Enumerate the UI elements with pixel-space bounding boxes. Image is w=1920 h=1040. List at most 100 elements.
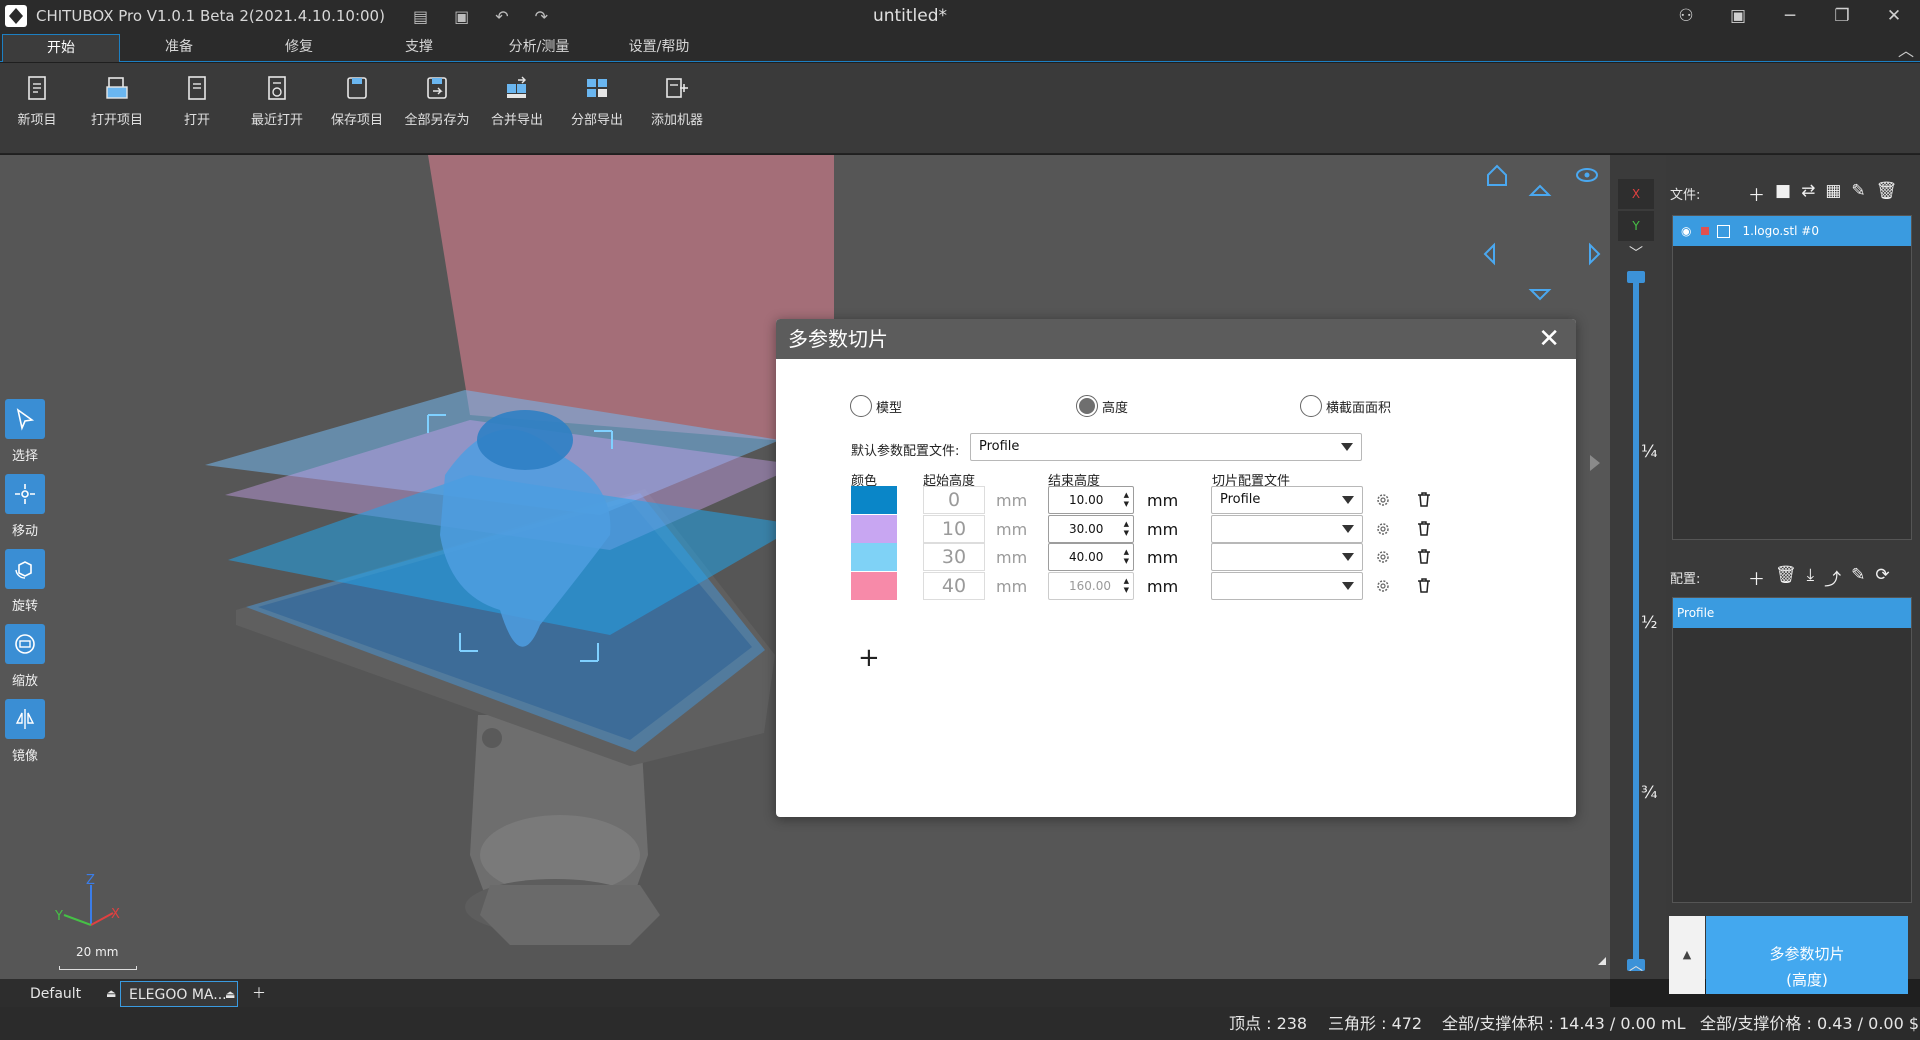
row-color-swatch[interactable] (851, 515, 897, 543)
radio-height-dot[interactable] (1076, 395, 1098, 417)
row-end-height: 160.00 ▲ ▼ (1048, 572, 1134, 600)
edit-icon[interactable]: ✎ (1851, 181, 1865, 206)
spinner-arrows-icon[interactable]: ▲ ▼ (1124, 491, 1129, 509)
minimize-button[interactable]: ─ (1764, 6, 1816, 26)
tool-scale[interactable]: 缩放 (5, 624, 45, 689)
row-end-height[interactable]: 30.00 ▲ ▼ (1048, 515, 1134, 543)
add-machine-button[interactable]: 添加机器 (637, 75, 717, 128)
tab-analysis[interactable]: 分析/测量 (480, 34, 598, 62)
row-profile-select[interactable] (1211, 543, 1363, 571)
axis-x-toggle[interactable]: X (1618, 179, 1654, 209)
tool-select[interactable]: 选择 (5, 399, 45, 464)
new-project-icon (28, 76, 46, 100)
row-profile-select[interactable]: Profile (1211, 486, 1363, 514)
radio-cross-section-dot[interactable] (1300, 395, 1322, 417)
tab-menu-icon[interactable]: ⏏ (225, 982, 235, 1008)
add-machine-tab-icon[interactable]: ＋ (244, 981, 266, 1007)
row-delete-trash-icon[interactable] (1416, 577, 1432, 594)
slice-options-arrow[interactable]: ▲ (1669, 916, 1705, 994)
chevron-down-icon[interactable]: ﹀ (1629, 243, 1643, 263)
config-list-item[interactable]: Profile (1673, 598, 1911, 628)
row-settings-gear-icon[interactable] (1375, 492, 1391, 508)
row-end-height[interactable]: 40.00 ▲ ▼ (1048, 543, 1134, 571)
row-profile-select[interactable] (1211, 515, 1363, 543)
spinner-arrows-icon[interactable]: ▲ ▼ (1124, 548, 1129, 566)
screenshot-icon[interactable]: ▣ (1712, 6, 1764, 26)
open-project-button[interactable]: 打开项目 (77, 75, 157, 128)
collapse-ribbon-icon[interactable]: ︿ (1898, 37, 1914, 61)
row-color-swatch[interactable] (851, 572, 897, 600)
row-settings-gear-icon[interactable] (1375, 549, 1391, 565)
row-start-unit: mm (996, 491, 1028, 510)
save-all-as-button[interactable]: 全部另存为 (397, 75, 477, 128)
close-button[interactable]: ✕ (1868, 6, 1920, 26)
file-checkbox[interactable] (1717, 224, 1731, 238)
axis-y-toggle[interactable]: Y (1618, 211, 1654, 241)
undo-icon[interactable]: ↶ (495, 7, 508, 26)
machine-tab-default[interactable]: Default ⏏ (22, 981, 117, 1007)
open-button[interactable]: 打开 (157, 75, 237, 128)
add-config-icon[interactable]: ＋ (1748, 565, 1765, 590)
part-export-button[interactable]: 分部导出 (557, 75, 637, 128)
dialog-close-icon[interactable]: ✕ (1538, 319, 1560, 359)
radio-height[interactable]: 高度 (1076, 395, 1128, 417)
tab-menu-icon[interactable]: ⏏ (106, 981, 116, 1007)
export-config-icon[interactable]: ⤴ (1824, 565, 1841, 590)
radio-model-dot[interactable] (850, 395, 872, 417)
layer-slider[interactable]: X Y ﹀ ¼ ½ ¾ ︿ (1610, 155, 1666, 979)
row-color-swatch[interactable] (851, 486, 897, 514)
row-delete-trash-icon[interactable] (1416, 491, 1432, 508)
slider-top-thumb[interactable] (1627, 271, 1645, 283)
save-project-button[interactable]: 保存项目 (317, 75, 397, 128)
slider-track[interactable] (1633, 273, 1639, 963)
redo-icon[interactable]: ↷ (535, 7, 548, 26)
grid-icon[interactable]: ▦ (1825, 181, 1841, 206)
row-start-height: 10 (923, 515, 985, 543)
tab-repair[interactable]: 修复 (240, 34, 358, 62)
tab-start[interactable]: 开始 (2, 34, 120, 62)
spinner-arrows-icon[interactable]: ▲ ▼ (1124, 520, 1129, 538)
radio-cross-section[interactable]: 横截面面积 (1300, 395, 1391, 417)
add-file-icon[interactable]: ＋ (1748, 181, 1765, 206)
delete-config-icon[interactable]: 🗑 (1775, 565, 1797, 590)
select-all-icon[interactable]: ■ (1775, 181, 1791, 206)
row-profile-select[interactable] (1211, 572, 1363, 600)
swap-icon[interactable]: ⇄ (1801, 181, 1815, 206)
svg-text:Z: Z (86, 873, 95, 888)
tool-rotate[interactable]: 旋转 (5, 549, 45, 614)
row-delete-trash-icon[interactable] (1416, 548, 1432, 565)
machine-tab-elegoo[interactable]: ELEGOO MA... ⏏ (120, 981, 238, 1007)
row-settings-gear-icon[interactable] (1375, 578, 1391, 594)
default-profile-select[interactable]: Profile (970, 433, 1362, 461)
recent-open-button[interactable]: 最近打开 (237, 75, 317, 128)
tool-move[interactable]: 移动 (5, 474, 45, 539)
edit-config-icon[interactable]: ✎ (1851, 565, 1865, 590)
tab-settings[interactable]: 设置/帮助 (600, 34, 718, 62)
delete-file-icon[interactable]: 🗑 (1876, 181, 1898, 206)
row-end-height[interactable]: 10.00 ▲ ▼ (1048, 486, 1134, 514)
radio-model[interactable]: 模型 (850, 395, 902, 417)
scale-bar (59, 966, 137, 970)
merge-export-button[interactable]: 合并导出 (477, 75, 557, 128)
new-project-button[interactable]: 新项目 (0, 75, 77, 128)
tool-mirror[interactable]: 镜像 (5, 699, 45, 764)
tab-supports[interactable]: 支撑 (360, 34, 478, 62)
file-list-item[interactable]: ◉ 1.logo.stl #0 (1673, 216, 1911, 246)
tab-prepare[interactable]: 准备 (120, 34, 238, 62)
save-icon[interactable]: ▣ (454, 7, 469, 26)
row-start-unit: mm (996, 520, 1028, 539)
maximize-button[interactable]: ❐ (1816, 6, 1868, 26)
row-settings-gear-icon[interactable] (1375, 521, 1391, 537)
open-project-icon (106, 77, 128, 99)
import-config-icon[interactable]: ⤓ (1807, 565, 1815, 590)
row-color-swatch[interactable] (851, 543, 897, 571)
refresh-config-icon[interactable]: ⟳ (1875, 565, 1889, 590)
new-doc-icon[interactable]: ▤ (413, 7, 428, 26)
part-export-icon (587, 79, 607, 97)
chevron-up-icon[interactable]: ︿ (1629, 955, 1643, 975)
add-row-button[interactable]: + (858, 643, 880, 673)
multi-param-slice-button[interactable]: 多参数切片 (高度) (1706, 916, 1908, 994)
row-delete-trash-icon[interactable] (1416, 520, 1432, 537)
user-icon[interactable]: ⚇ (1660, 6, 1712, 26)
visibility-eye-icon[interactable]: ◉ (1681, 224, 1691, 238)
